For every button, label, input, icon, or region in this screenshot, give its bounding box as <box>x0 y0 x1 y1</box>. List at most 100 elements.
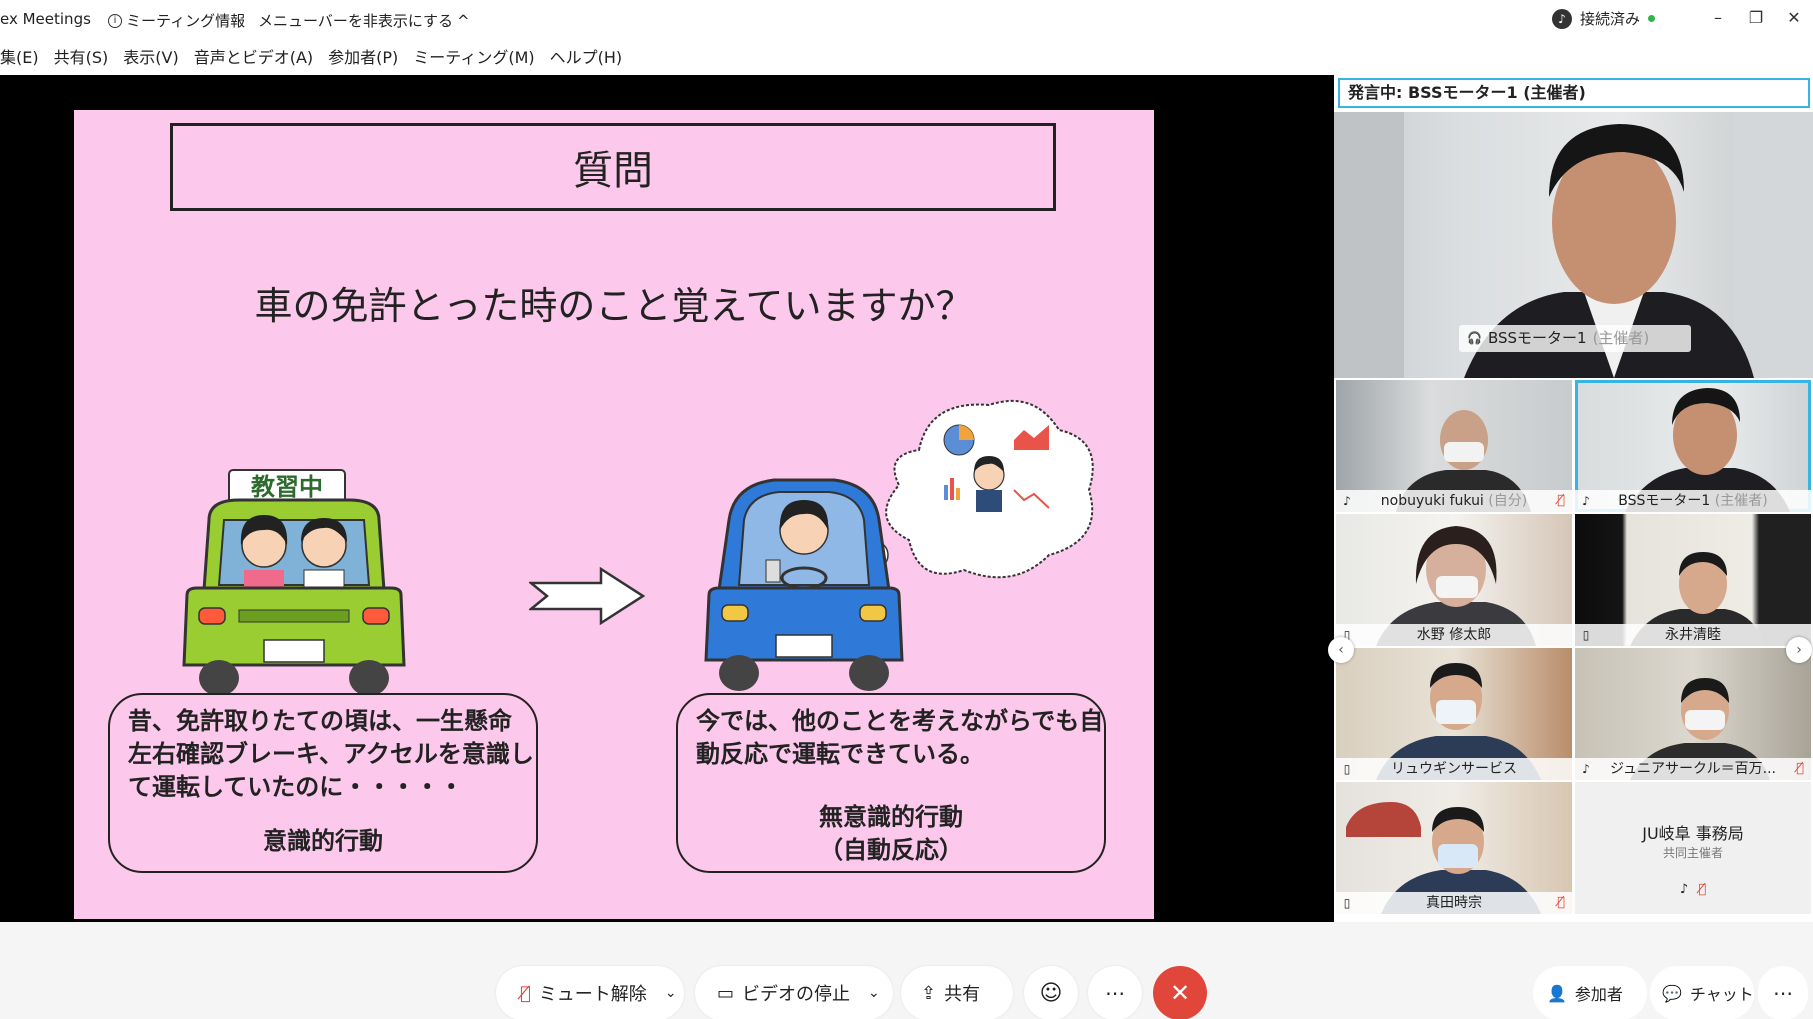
participant-label: ♪ ジュニアサークル＝百万... 🎙̸ <box>1575 758 1811 780</box>
unmute-button[interactable]: 🎙̸ ミュート解除 ⌄ <box>496 966 684 1019</box>
connection-status[interactable]: ♪ 接続済み <box>1552 8 1656 29</box>
close-icon: ✕ <box>1169 979 1191 1007</box>
chevron-left-icon: ‹ <box>1338 642 1344 658</box>
participant-label: ▯ リュウギンサービス <box>1336 758 1572 780</box>
hide-menubar-button[interactable]: メニューバーを非表示にする ^ <box>258 10 470 31</box>
participant-tile[interactable]: ♪ ジュニアサークル＝百万... 🎙̸ <box>1575 648 1811 780</box>
participant-tile[interactable]: ▯ リュウギンサービス <box>1336 648 1572 780</box>
presentation-slide: 質問 車の免許とった時のこと覚えていますか？ 教習中 昔、免許取りたての頃は、一… <box>74 110 1154 919</box>
participant-tag: (自分) <box>1488 493 1528 509</box>
chevron-up-icon: ^ <box>457 11 470 30</box>
participant-label: ♪ BSSモーター1 (主催者) <box>1575 490 1811 512</box>
info-icon: i <box>108 13 122 28</box>
mic-muted-icon: 🎙̸ <box>1557 895 1565 910</box>
menu-help[interactable]: ヘルプ(H) <box>550 44 623 68</box>
stop-video-button[interactable]: ▭ ビデオの停止 ⌄ <box>695 966 893 1019</box>
mic-muted-icon: 🎙̸ <box>1796 761 1804 776</box>
mic-muted-icon: 🎙̸ <box>520 982 531 1004</box>
close-icon: ✕ <box>1787 7 1801 27</box>
title-bar: ex Meetings i ミーティング情報 メニューバーを非表示にする ^ ♪… <box>0 0 1813 38</box>
mic-muted-icon: 🎙̸ <box>1557 493 1565 508</box>
menu-share[interactable]: 共有(S) <box>54 44 109 68</box>
menu-edit[interactable]: 集(E) <box>0 44 39 68</box>
headset-icon: ♪ <box>1582 762 1590 776</box>
shared-content-stage[interactable]: 質問 車の免許とった時のこと覚えていますか？ 教習中 昔、免許取りたての頃は、一… <box>0 75 1334 922</box>
headset-icon: ♪ <box>1679 882 1689 897</box>
menu-view[interactable]: 表示(V) <box>123 44 178 68</box>
close-window-button[interactable]: ✕ <box>1774 4 1813 30</box>
restore-icon: ❐ <box>1748 7 1764 27</box>
participant-label: ▯ 真田時宗 🎙̸ <box>1336 892 1572 914</box>
participants-panel-button[interactable]: 👤 参加者 <box>1533 966 1647 1019</box>
chat-panel-button[interactable]: 💬 チャット <box>1650 966 1754 1019</box>
menu-meeting[interactable]: ミーティング(M) <box>413 44 534 68</box>
ellipsis-icon: ⋯ <box>1105 981 1125 1005</box>
chat-bubble-icon: 💬 <box>1662 983 1682 1003</box>
person-icon: 👤 <box>1547 983 1567 1003</box>
sign-text: 教習中 <box>251 473 323 501</box>
restore-button[interactable]: ❐ <box>1736 4 1776 30</box>
chevron-down-icon[interactable]: ⌄ <box>868 985 880 1001</box>
meeting-info-button[interactable]: i ミーティング情報 <box>108 10 245 31</box>
conscious-behavior-label: 意識的行動 <box>263 827 383 855</box>
slide-title-box: 質問 <box>170 123 1056 211</box>
right-explanation-box: 今では、他のことを考えながらでも自 動反応で運転できている。 無意識的行動 （自… <box>676 693 1106 873</box>
participant-label: ▯ 永井清睦 <box>1575 624 1811 646</box>
participant-name: ジュニアサークル＝百万... <box>1610 761 1776 777</box>
participant-name: 真田時宗 <box>1426 895 1482 911</box>
headset-icon: ♪ <box>1552 8 1572 29</box>
active-speaker-prefix: 発言中: <box>1348 83 1408 102</box>
left-explanation-line: て運転していたのに・・・・・ <box>128 773 464 801</box>
participant-name: リュウギンサービス <box>1391 761 1517 777</box>
participant-tile[interactable]: ▯ 永井清睦 <box>1575 514 1811 646</box>
leave-meeting-button[interactable]: ✕ <box>1153 966 1207 1019</box>
participant-tile[interactable]: ♪ nobuyuki fukui (自分) 🎙̸ <box>1336 380 1572 512</box>
hide-menubar-label: メニューバーを非表示にする <box>258 12 454 30</box>
participant-tile[interactable]: ▯ 水野 修太郎 <box>1336 514 1572 646</box>
minimize-icon: – <box>1714 7 1722 27</box>
active-speaker-name: BSSモーター1 (主催者) <box>1407 83 1586 102</box>
next-page-button[interactable]: › <box>1786 637 1812 663</box>
right-explanation-line: 動反応で運転できている。 <box>696 740 984 768</box>
participant-tile[interactable]: ▯ 真田時宗 🎙̸ <box>1336 782 1572 914</box>
arrow-right-icon <box>529 566 646 626</box>
stop-video-label: ビデオの停止 <box>742 984 851 1005</box>
reactions-button[interactable]: ☺ <box>1024 966 1078 1019</box>
participant-name: BSSモーター1 <box>1618 493 1711 509</box>
video-camera-icon: ▭ <box>717 982 735 1004</box>
participant-video-panel: 発言中: BSSモーター1 (主催者) 🎧 BSSモーター1 (主催者) ♪ n… <box>1328 75 1813 922</box>
meeting-control-bar: 🎙̸ ミュート解除 ⌄ ▭ ビデオの停止 ⌄ ⇪ 共有 ☺ ⋯ ✕ 👤 参加者 … <box>0 922 1813 1019</box>
participant-label: ♪ nobuyuki fukui (自分) 🎙̸ <box>1336 490 1572 512</box>
previous-page-button[interactable]: ‹ <box>1328 637 1354 663</box>
chat-label: チャット <box>1689 985 1754 1004</box>
share-label: 共有 <box>944 984 981 1005</box>
headset-icon: ♪ <box>1582 494 1590 508</box>
chevron-right-icon: › <box>1796 642 1802 658</box>
minimize-button[interactable]: – <box>1698 4 1738 30</box>
menu-participants[interactable]: 参加者(P) <box>328 44 398 68</box>
panel-more-button[interactable]: ⋯ <box>1758 966 1808 1019</box>
phone-icon: ▯ <box>1343 896 1351 910</box>
connected-indicator-icon <box>1648 15 1656 22</box>
active-speaker-name-tag: 🎧 BSSモーター1 (主催者) <box>1459 325 1691 352</box>
mic-muted-icon: 🎙̸ <box>1698 882 1707 897</box>
share-button[interactable]: ⇪ 共有 <box>901 966 1013 1019</box>
ellipsis-icon: ⋯ <box>1773 981 1793 1005</box>
connection-status-label: 接続済み <box>1580 10 1641 28</box>
more-options-button[interactable]: ⋯ <box>1088 966 1142 1019</box>
left-explanation-line: 左右確認ブレーキ、アクセルを意識し <box>128 740 534 768</box>
main-video-name: BSSモーター1 <box>1487 329 1587 347</box>
participants-label: 参加者 <box>1574 985 1623 1004</box>
audio-participant-name: JU岐阜 事務局 <box>1642 824 1744 843</box>
audio-only-participant-tile[interactable]: JU岐阜 事務局 共同主催者 ♪ 🎙̸ <box>1575 782 1811 914</box>
main-video-role: (主催者) <box>1592 329 1650 347</box>
participant-tile[interactable]: ♪ BSSモーター1 (主催者) <box>1575 380 1811 512</box>
unmute-label: ミュート解除 <box>538 984 647 1005</box>
menu-audio-video[interactable]: 音声とビデオ(A) <box>194 44 313 68</box>
automatic-response-label: （自動反応） <box>819 836 963 864</box>
chevron-down-icon[interactable]: ⌄ <box>665 985 677 1001</box>
active-speaker-banner: 発言中: BSSモーター1 (主催者) <box>1338 78 1810 108</box>
active-speaker-video[interactable]: 🎧 BSSモーター1 (主催者) <box>1334 112 1813 378</box>
slide-question: 車の免許とった時のこと覚えていますか？ <box>254 284 974 328</box>
participant-tag: (主催者) <box>1714 493 1768 509</box>
